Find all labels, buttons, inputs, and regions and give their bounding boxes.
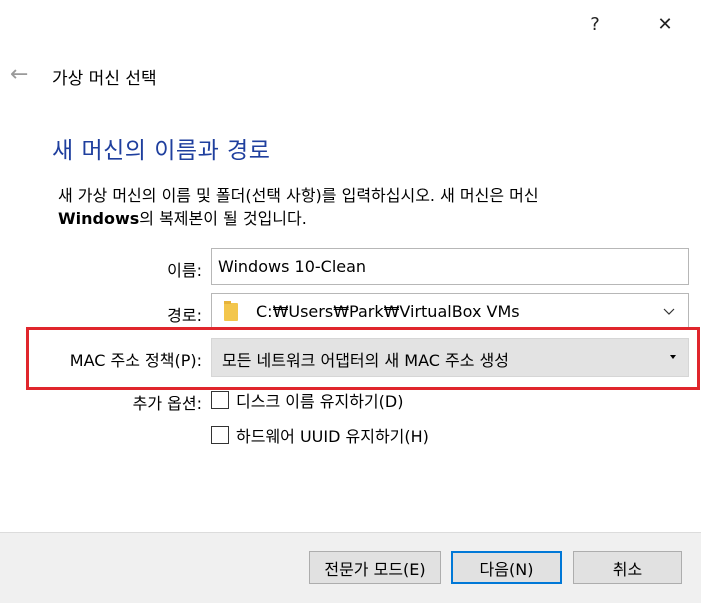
next-button[interactable]: 다음(N) — [451, 551, 562, 584]
name-label: 이름: — [167, 261, 202, 280]
close-icon: ✕ — [657, 13, 673, 35]
help-button[interactable]: ? — [580, 10, 610, 38]
keep-uuids-label: 하드웨어 UUID 유지하기(H) — [236, 427, 429, 446]
mac-policy-label: MAC 주소 정책(P): — [69, 351, 202, 370]
mac-policy-value: 모든 네트워크 어댑터의 새 MAC 주소 생성 — [222, 351, 509, 370]
source-machine-name: Windows — [58, 209, 140, 228]
back-arrow-icon[interactable]: ← — [10, 62, 36, 88]
keep-disk-names-label: 디스크 이름 유지하기(D) — [236, 392, 404, 411]
name-input[interactable] — [211, 248, 689, 285]
dropdown-arrow-icon[interactable] — [670, 355, 676, 359]
button-bar: 전문가 모드(E) 다음(N) 취소 — [0, 532, 701, 603]
expert-mode-button[interactable]: 전문가 모드(E) — [309, 551, 441, 584]
path-combobox[interactable]: C:₩Users₩Park₩VirtualBox VMs — [211, 293, 689, 330]
keep-uuids-option[interactable]: 하드웨어 UUID 유지하기(H) — [211, 423, 429, 447]
help-icon: ? — [590, 13, 600, 35]
close-button[interactable]: ✕ — [650, 10, 680, 38]
chevron-down-icon[interactable] — [662, 304, 676, 318]
page-heading: 새 머신의 이름과 경로 — [52, 138, 271, 164]
wizard-title: 가상 머신 선택 — [52, 69, 157, 89]
extra-options-label: 추가 옵션: — [132, 394, 202, 413]
keep-uuids-checkbox[interactable] — [211, 426, 229, 444]
path-label: 경로: — [167, 306, 202, 325]
path-value: C:₩Users₩Park₩VirtualBox VMs — [256, 302, 520, 321]
description-line-1: 새 가상 머신의 이름 및 폴더(선택 사항)를 입력하십시오. 새 머신은 머… — [58, 186, 539, 205]
description-text: 새 가상 머신의 이름 및 폴더(선택 사항)를 입력하십시오. 새 머신은 머… — [58, 184, 668, 230]
keep-disk-names-checkbox[interactable] — [211, 391, 229, 409]
cancel-button[interactable]: 취소 — [573, 551, 682, 584]
folder-icon — [224, 301, 238, 321]
keep-disk-names-option[interactable]: 디스크 이름 유지하기(D) — [211, 388, 403, 412]
description-line-2-rest: 의 복제본이 될 것입니다. — [139, 209, 307, 228]
mac-policy-dropdown[interactable]: 모든 네트워크 어댑터의 새 MAC 주소 생성 — [211, 338, 689, 377]
description-line-2: Windows의 복제본이 될 것입니다. — [58, 207, 668, 230]
